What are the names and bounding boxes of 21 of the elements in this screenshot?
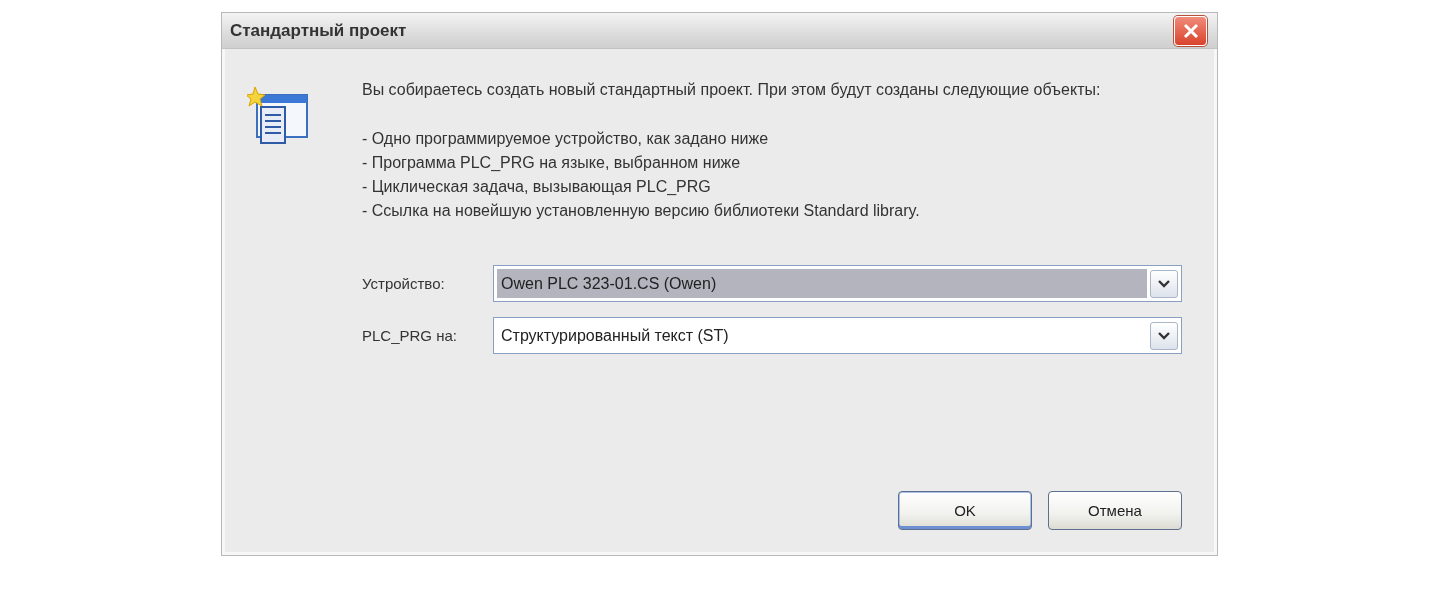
dropdown-button[interactable] [1150, 321, 1178, 350]
list-item: - Программа PLC_PRG на языке, выбранном ниже [362, 153, 742, 173]
list-item: - Циклическая задача, вызывающая PLC_PRG [362, 177, 712, 197]
close-button[interactable] [1174, 15, 1207, 46]
close-icon [1182, 22, 1199, 39]
dropdown-value: Owen PLC 323-01.CS (Owen) [497, 269, 1147, 298]
ok-button[interactable]: OK [898, 491, 1032, 530]
intro-text: Вы собираетесь создать новый стандартный проект. При этом будут созданы следующие объекты: [362, 80, 1102, 100]
new-project-icon [247, 87, 309, 147]
dropdown-value: Структурированный текст (ST) [500, 325, 730, 346]
dropdown-field[interactable]: Структурированный текст (ST) [493, 317, 1182, 354]
field-label: Устройство: [362, 275, 446, 292]
dropdown-field[interactable]: Owen PLC 323-01.CS (Owen) [493, 265, 1182, 302]
chevron-down-icon [1158, 331, 1170, 340]
chevron-down-icon [1158, 279, 1170, 288]
cancel-button[interactable]: Отмена [1048, 491, 1182, 530]
field-label: PLC_PRG на: [362, 327, 458, 344]
window-title: Стандартный проект [230, 20, 407, 41]
dropdown-button[interactable] [1150, 269, 1178, 298]
list-item: - Ссылка на новейшую установленную версию библиотеки Standard library. [362, 201, 921, 221]
list-item: - Одно программируемое устройство, как задано ниже [362, 129, 770, 149]
